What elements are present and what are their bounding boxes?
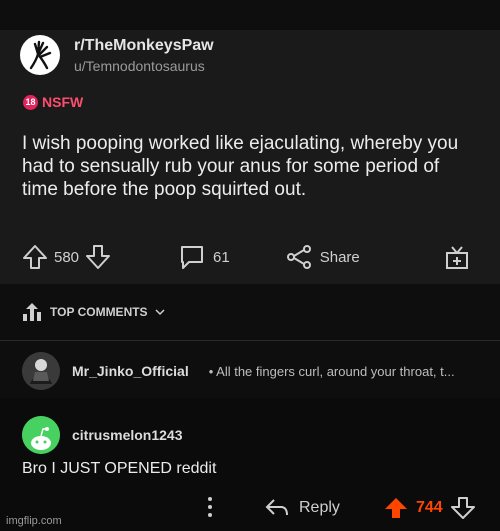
top-comments-sort[interactable]: TOP COMMENTS — [22, 302, 166, 322]
comment-count: 61 — [213, 248, 230, 266]
post-actions: 580 61 Share — [22, 240, 478, 274]
screenshot-frame: r/TheMonkeysPaw u/Temnodontosaurus 18 NS… — [0, 0, 500, 531]
top-comments-label: TOP COMMENTS — [50, 305, 148, 319]
comments-button[interactable]: 61 — [179, 244, 230, 270]
comment-collapsed[interactable]: Mr_Jinko_Official • All the fingers curl… — [22, 350, 492, 392]
chevron-down-icon — [155, 309, 165, 316]
comment-header: citrusmelon1243 — [22, 416, 183, 454]
avatar[interactable] — [22, 352, 60, 390]
downvote-icon[interactable] — [85, 244, 111, 270]
comment-actions: Reply 744 — [0, 493, 500, 523]
snoo-avatar-icon — [22, 416, 60, 454]
downvote-icon[interactable] — [450, 496, 475, 520]
divider — [0, 340, 500, 341]
reply-icon — [265, 499, 288, 516]
watermark: imgflip.com — [6, 515, 62, 527]
share-button[interactable]: Share — [286, 244, 360, 270]
comment-expanded: citrusmelon1243 Bro I JUST OPENED reddit… — [0, 398, 500, 531]
subreddit-name[interactable]: r/TheMonkeysPaw — [74, 37, 214, 55]
reply-label: Reply — [299, 499, 340, 516]
vote-group: 580 — [22, 244, 111, 270]
upvote-icon[interactable] — [22, 244, 48, 270]
nsfw-tag: 18 NSFW — [23, 94, 83, 110]
comment-username[interactable]: citrusmelon1243 — [72, 427, 183, 443]
share-label: Share — [319, 248, 360, 266]
nsfw-label: NSFW — [42, 94, 84, 110]
reply-button[interactable]: Reply — [265, 497, 340, 519]
post-author[interactable]: u/Temnodontosaurus — [74, 58, 214, 74]
award-button[interactable] — [444, 244, 470, 270]
monkey-paw-icon — [29, 40, 52, 70]
comment-vote-group: 744 — [384, 496, 475, 520]
comment-preview: • All the fingers curl, around your thro… — [208, 363, 455, 379]
comment-body: Bro I JUST OPENED reddit — [22, 460, 217, 477]
nsfw-badge-icon: 18 — [23, 94, 38, 110]
post-title[interactable]: I wish pooping worked like ejaculating, … — [22, 132, 478, 201]
upvote-icon[interactable] — [384, 496, 408, 520]
post-card: r/TheMonkeysPaw u/Temnodontosaurus 18 NS… — [0, 30, 500, 284]
post-header: r/TheMonkeysPaw u/Temnodontosaurus — [20, 30, 214, 80]
more-options-icon[interactable] — [205, 495, 215, 519]
comment-score: 744 — [416, 499, 443, 516]
subreddit-avatar[interactable] — [20, 35, 60, 75]
share-icon — [286, 245, 311, 269]
avatar-icon — [22, 352, 60, 390]
award-icon — [446, 246, 468, 269]
comment-icon — [181, 246, 204, 269]
comment-username[interactable]: Mr_Jinko_Official — [72, 363, 189, 379]
avatar[interactable] — [22, 416, 60, 454]
post-score: 580 — [54, 248, 80, 266]
top-comments-icon — [23, 303, 41, 321]
